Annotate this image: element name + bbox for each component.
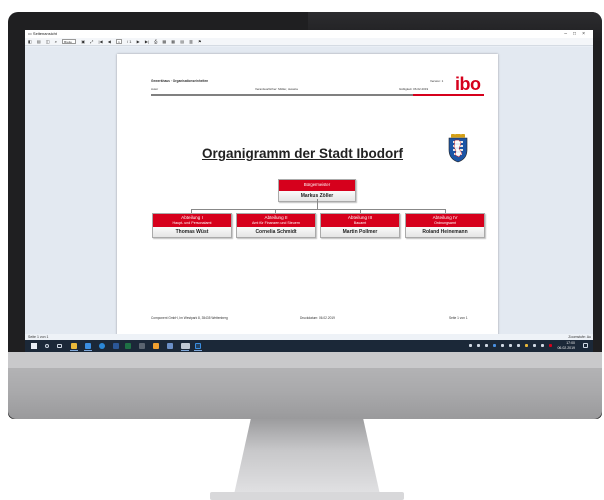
sidebar-toggle-icon[interactable]: ◧ <box>28 39 32 44</box>
screen: ▭ Seitenansicht –□× ◧ ▤ ◫ ⌕ Breite ▣ ⤢ |… <box>25 30 593 352</box>
window-controls: –□× <box>564 30 591 38</box>
mayor-title: Bürgermeister <box>279 180 355 191</box>
system-tray <box>469 344 559 348</box>
status-page-info: Seite 1 von 1 <box>28 335 49 339</box>
calculator-icon[interactable] <box>139 343 145 349</box>
connector-horizontal <box>191 209 445 210</box>
tray-icon[interactable] <box>493 344 496 347</box>
window-title: Seitenansicht <box>32 31 57 36</box>
department-lead-name: Thomas Wüst <box>153 226 231 237</box>
header-version: Version: 1 <box>430 79 444 83</box>
footer-page-count: Seite 1 von 1 <box>449 316 468 320</box>
active-indicator <box>70 350 78 351</box>
monitor-stand-base <box>210 492 404 500</box>
maximize-button[interactable]: □ <box>573 31 582 37</box>
print-icon[interactable]: ⎙ <box>154 39 157 44</box>
department-box[interactable]: Abteilung IV Ordnungsamt Roland Heinemann <box>405 213 485 238</box>
next-page-button[interactable]: ▶ <box>137 39 140 44</box>
search-icon[interactable] <box>45 344 49 348</box>
notification-icon[interactable] <box>583 343 588 348</box>
flag-icon[interactable]: ⚑ <box>198 39 202 44</box>
department-box[interactable]: Abteilung I Haupt- und Personalamt Thomas… <box>152 213 232 238</box>
footer-print-date: Druckdatum: 06.02.2019 <box>300 316 335 320</box>
table-icon[interactable]: ▤ <box>180 39 184 44</box>
connector-vertical <box>317 199 318 209</box>
header-validity: Gültigkeit: 06.02.2019 <box>399 87 429 91</box>
zoom-icon[interactable]: ⌕ <box>55 39 57 44</box>
preview-area[interactable]: Gewerkhaus · Organisationseinheiten Auto… <box>25 47 593 339</box>
mail-icon[interactable] <box>85 343 91 349</box>
edge-browser-icon[interactable] <box>99 343 105 349</box>
minimize-button[interactable]: – <box>564 31 573 37</box>
task-view-icon[interactable] <box>57 344 62 348</box>
active-indicator <box>194 350 202 351</box>
print-layout-icon[interactable]: ▤ <box>37 39 41 44</box>
org-chart-title: Organigramm der Stadt Ibodorf <box>201 146 404 161</box>
window-titlebar: ▭ Seitenansicht –□× <box>25 30 593 38</box>
footer-company: Component GmbH, Im Westpark 8, 35435 Wet… <box>151 316 228 320</box>
department-box[interactable]: Abteilung II Amt für Finanzen und Steuern… <box>236 213 316 238</box>
fit-icon[interactable]: ▣ <box>81 39 85 44</box>
tray-icon[interactable] <box>509 344 512 347</box>
expand-icon[interactable]: ⤢ <box>90 39 93 44</box>
page-total: / 1 <box>127 39 132 44</box>
tray-icon[interactable] <box>525 344 528 347</box>
tray-icon[interactable] <box>477 344 480 347</box>
ibo-app-icon[interactable] <box>181 343 190 349</box>
zoom-select[interactable]: Breite <box>62 39 77 45</box>
preview-toolbar: ◧ ▤ ◫ ⌕ Breite ▣ ⤢ |◀ ◀ 1 / 1 ▶ ▶| ⎙ ▦ ▦… <box>25 38 593 46</box>
header-rule-grey <box>151 94 413 96</box>
app-icon: ▭ <box>28 31 32 36</box>
last-page-button[interactable]: ▶| <box>145 39 149 44</box>
department-head: Abteilung I Haupt- und Personalamt <box>153 214 231 227</box>
two-pages-icon[interactable]: ◫ <box>46 39 50 44</box>
header-rule-red <box>413 94 484 96</box>
columns-icon[interactable]: ▥ <box>189 39 193 44</box>
department-lead-name: Martin Pollmer <box>321 226 399 237</box>
taskbar: 17:00 06.02.2019 <box>25 340 593 352</box>
app-icon[interactable] <box>167 343 173 349</box>
tray-icon[interactable] <box>549 344 552 347</box>
department-head: Abteilung III Bauamt <box>321 214 399 227</box>
tray-icon[interactable] <box>517 344 520 347</box>
preview-app-icon[interactable] <box>195 343 201 349</box>
monitor-chin-highlight <box>8 352 602 368</box>
grid-icon[interactable]: ▦ <box>171 39 175 44</box>
clock-date: 06.02.2019 <box>557 346 575 350</box>
tray-icon[interactable] <box>501 344 504 347</box>
header-responsible: Verantwortlicher: Müller, Jessica <box>255 87 298 91</box>
page-number-input[interactable]: 1 <box>115 39 122 45</box>
word-icon[interactable] <box>113 343 119 349</box>
department-box[interactable]: Abteilung III Bauamt Martin Pollmer <box>320 213 400 238</box>
header-author: Autor <box>151 87 159 91</box>
department-lead-name: Cornelia Schmidt <box>237 226 315 237</box>
excel-icon[interactable] <box>125 343 131 349</box>
close-button[interactable]: × <box>582 31 591 37</box>
file-explorer-icon[interactable] <box>71 343 77 349</box>
active-indicator <box>84 350 92 351</box>
prev-page-button[interactable]: ◀ <box>108 39 111 44</box>
department-head: Abteilung II Amt für Finanzen und Steuern <box>237 214 315 227</box>
report-page: Gewerkhaus · Organisationseinheiten Auto… <box>117 54 498 338</box>
tray-icon[interactable] <box>533 344 536 347</box>
tray-icon[interactable] <box>541 344 544 347</box>
hesse-coat-of-arms-icon <box>448 134 468 163</box>
paint-icon[interactable] <box>153 343 159 349</box>
clock[interactable]: 17:00 06.02.2019 <box>557 341 575 351</box>
header-org-title: Gewerkhaus · Organisationseinheiten <box>151 79 209 83</box>
monitor-stand <box>233 419 381 499</box>
windows-start-icon[interactable] <box>31 343 37 349</box>
department-head: Abteilung IV Ordnungsamt <box>406 214 484 227</box>
department-lead-name: Roland Heinemann <box>406 226 484 237</box>
tray-icon[interactable] <box>469 344 472 347</box>
tray-icon[interactable] <box>485 344 488 347</box>
active-indicator <box>181 350 189 351</box>
first-page-button[interactable]: |◀ <box>98 39 102 44</box>
ibo-logo: ibo <box>455 74 481 94</box>
export-icon[interactable]: ▦ <box>162 39 166 44</box>
